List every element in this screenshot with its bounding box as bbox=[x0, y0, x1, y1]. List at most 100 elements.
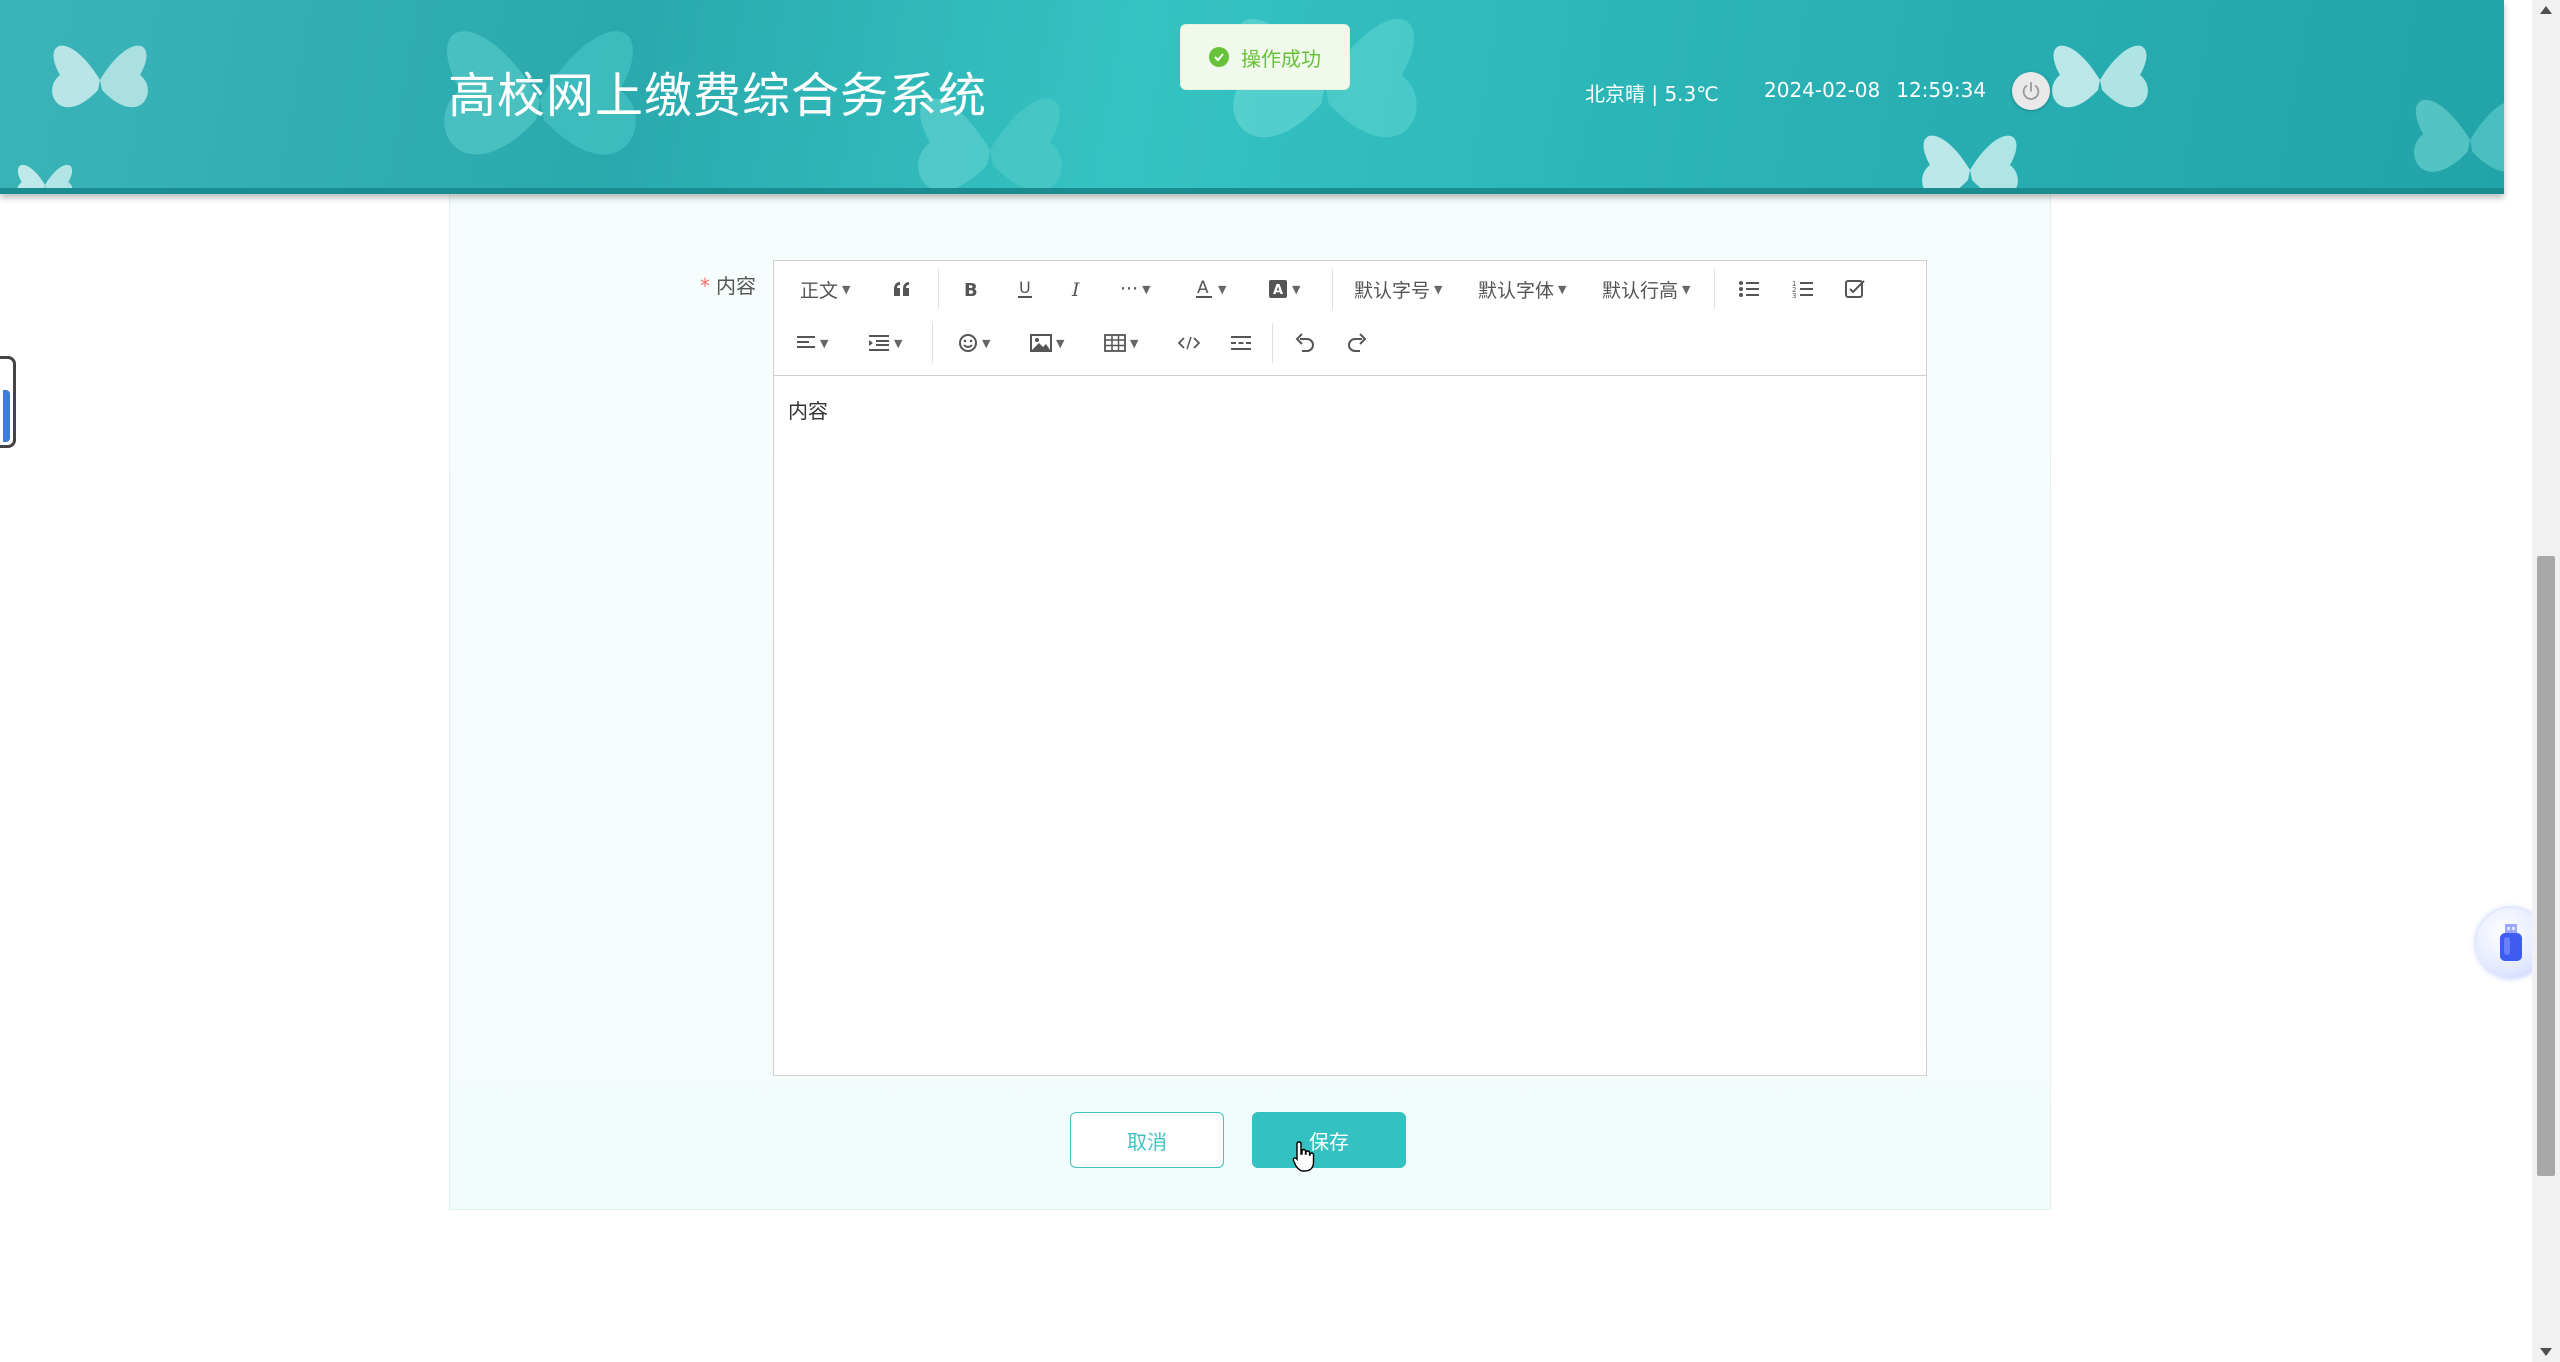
editor-toolbar: 正文 ▼ B U I ··· ▼ A ▼ A ▼ 默认字号 ▼ 默认字体 ▼ 默… bbox=[774, 261, 1926, 376]
indent-dropdown[interactable]: ▼ bbox=[868, 325, 902, 361]
undo-icon bbox=[1295, 333, 1314, 352]
todo-list-button[interactable] bbox=[1844, 271, 1866, 307]
divider-button[interactable] bbox=[1230, 325, 1252, 361]
butterfly-decoration-icon bbox=[52, 45, 148, 108]
side-drawer-handle[interactable] bbox=[0, 356, 16, 448]
datetime-display: 2024-02-08 12:59:34 bbox=[1764, 78, 1986, 102]
content-label: * 内容 bbox=[700, 270, 756, 299]
side-drawer-handle-fill bbox=[3, 390, 10, 442]
bulleted-list-button[interactable] bbox=[1738, 271, 1760, 307]
background-color-dropdown[interactable]: A ▼ bbox=[1268, 271, 1300, 307]
time-text: 12:59:34 bbox=[1896, 78, 1987, 102]
svg-text:I: I bbox=[1071, 279, 1080, 299]
image-icon bbox=[1030, 334, 1052, 352]
svg-text:B: B bbox=[964, 280, 978, 299]
rich-text-editor: 正文 ▼ B U I ··· ▼ A ▼ A ▼ 默认字号 ▼ 默认字体 ▼ 默… bbox=[773, 260, 1927, 1076]
bold-button[interactable]: B bbox=[962, 271, 980, 307]
bold-icon: B bbox=[964, 280, 978, 299]
table-dropdown[interactable]: ▼ bbox=[1104, 325, 1138, 361]
font-color-icon: A bbox=[1196, 278, 1212, 298]
toolbar-separator bbox=[1714, 269, 1715, 309]
bulleted-list-icon bbox=[1739, 281, 1759, 297]
butterfly-decoration-icon bbox=[2414, 99, 2504, 172]
caret-down-icon: ▼ bbox=[1434, 282, 1443, 296]
underline-button[interactable]: U bbox=[1016, 271, 1034, 307]
date-text: 2024-02-08 bbox=[1764, 78, 1881, 102]
page-scrollbar[interactable] bbox=[2532, 0, 2560, 1362]
svg-text:A: A bbox=[1197, 278, 1209, 298]
blockquote-button[interactable] bbox=[892, 271, 912, 307]
paragraph-dropdown-label: 正文 bbox=[800, 279, 839, 302]
align-dropdown[interactable]: ▼ bbox=[796, 325, 828, 361]
horizontal-rule-icon bbox=[1231, 336, 1251, 350]
emoji-icon bbox=[959, 334, 977, 352]
butterfly-decoration-icon bbox=[2052, 45, 2148, 108]
check-circle-icon bbox=[1209, 47, 1229, 67]
caret-down-icon: ▼ bbox=[1056, 336, 1065, 350]
more-styles-label: ··· bbox=[1120, 278, 1139, 300]
cancel-button[interactable]: 取消 bbox=[1070, 1112, 1224, 1168]
underline-icon: U bbox=[1018, 278, 1032, 298]
scroll-down-arrow[interactable] bbox=[2540, 1348, 2552, 1356]
font-size-dropdown[interactable]: 默认字号 ▼ bbox=[1354, 271, 1442, 307]
svg-text:A: A bbox=[1273, 283, 1283, 298]
numbered-list-icon: 123 bbox=[1792, 280, 1813, 299]
font-color-dropdown[interactable]: A ▼ bbox=[1194, 271, 1226, 307]
caret-down-icon: ▼ bbox=[1558, 282, 1567, 296]
code-icon bbox=[1178, 336, 1200, 350]
italic-icon: I bbox=[1071, 279, 1080, 299]
background-color-icon: A bbox=[1269, 280, 1287, 298]
font-family-label: 默认字体 bbox=[1478, 279, 1555, 302]
font-family-dropdown[interactable]: 默认字体 ▼ bbox=[1478, 271, 1566, 307]
toast-message: 操作成功 bbox=[1241, 46, 1321, 71]
toolbar-separator bbox=[938, 269, 939, 309]
required-mark: * bbox=[700, 274, 710, 298]
editor-content[interactable]: 内容 bbox=[788, 395, 828, 424]
caret-down-icon: ▼ bbox=[1218, 282, 1227, 296]
font-size-label: 默认字号 bbox=[1354, 279, 1431, 302]
align-left-icon bbox=[797, 336, 815, 348]
save-button[interactable]: 保存 bbox=[1252, 1112, 1406, 1168]
numbered-list-button[interactable]: 123 bbox=[1792, 271, 1814, 307]
caret-down-icon: ▼ bbox=[820, 336, 829, 350]
more-styles-dropdown[interactable]: ··· ▼ bbox=[1120, 271, 1151, 307]
caret-down-icon: ▼ bbox=[1142, 282, 1151, 296]
svg-text:3: 3 bbox=[1792, 292, 1796, 299]
logout-button[interactable] bbox=[2012, 72, 2050, 110]
usb-drive-icon bbox=[2500, 924, 2522, 961]
toolbar-separator bbox=[1272, 323, 1273, 363]
table-icon bbox=[1104, 334, 1126, 352]
butterfly-decoration-icon bbox=[1922, 135, 2018, 194]
quote-icon bbox=[894, 282, 909, 296]
success-toast: 操作成功 bbox=[1180, 24, 1350, 90]
code-button[interactable] bbox=[1178, 325, 1200, 361]
undo-button[interactable] bbox=[1294, 325, 1316, 361]
italic-button[interactable]: I bbox=[1068, 271, 1086, 307]
caret-down-icon: ▼ bbox=[982, 336, 991, 350]
paragraph-dropdown[interactable]: 正文 ▼ bbox=[800, 271, 850, 307]
site-title: 高校网上缴费综合务系统 bbox=[448, 68, 988, 124]
scrollbar-thumb[interactable] bbox=[2537, 556, 2555, 1176]
content-label-text: 内容 bbox=[716, 274, 756, 298]
caret-down-icon: ▼ bbox=[894, 336, 903, 350]
caret-down-icon: ▼ bbox=[1292, 282, 1301, 296]
caret-down-icon: ▼ bbox=[842, 282, 851, 296]
line-height-label: 默认行高 bbox=[1602, 279, 1679, 302]
hand-cursor-icon bbox=[1292, 1141, 1315, 1172]
header-bottom-border bbox=[0, 188, 2504, 194]
image-dropdown[interactable]: ▼ bbox=[1030, 325, 1064, 361]
checkbox-icon bbox=[1845, 280, 1865, 298]
scroll-up-arrow[interactable] bbox=[2540, 6, 2552, 14]
caret-down-icon: ▼ bbox=[1130, 336, 1139, 350]
toolbar-separator bbox=[1332, 269, 1333, 309]
svg-text:U: U bbox=[1019, 278, 1031, 297]
weather-info: 北京晴 | 5.3℃ bbox=[1585, 82, 1719, 106]
emoji-dropdown[interactable]: ▼ bbox=[958, 325, 990, 361]
line-height-dropdown[interactable]: 默认行高 ▼ bbox=[1602, 271, 1690, 307]
caret-down-icon: ▼ bbox=[1682, 282, 1691, 296]
power-icon bbox=[2022, 81, 2040, 100]
indent-icon bbox=[869, 335, 889, 351]
toolbar-separator bbox=[932, 323, 933, 363]
redo-icon bbox=[1348, 333, 1367, 352]
redo-button[interactable] bbox=[1346, 325, 1368, 361]
